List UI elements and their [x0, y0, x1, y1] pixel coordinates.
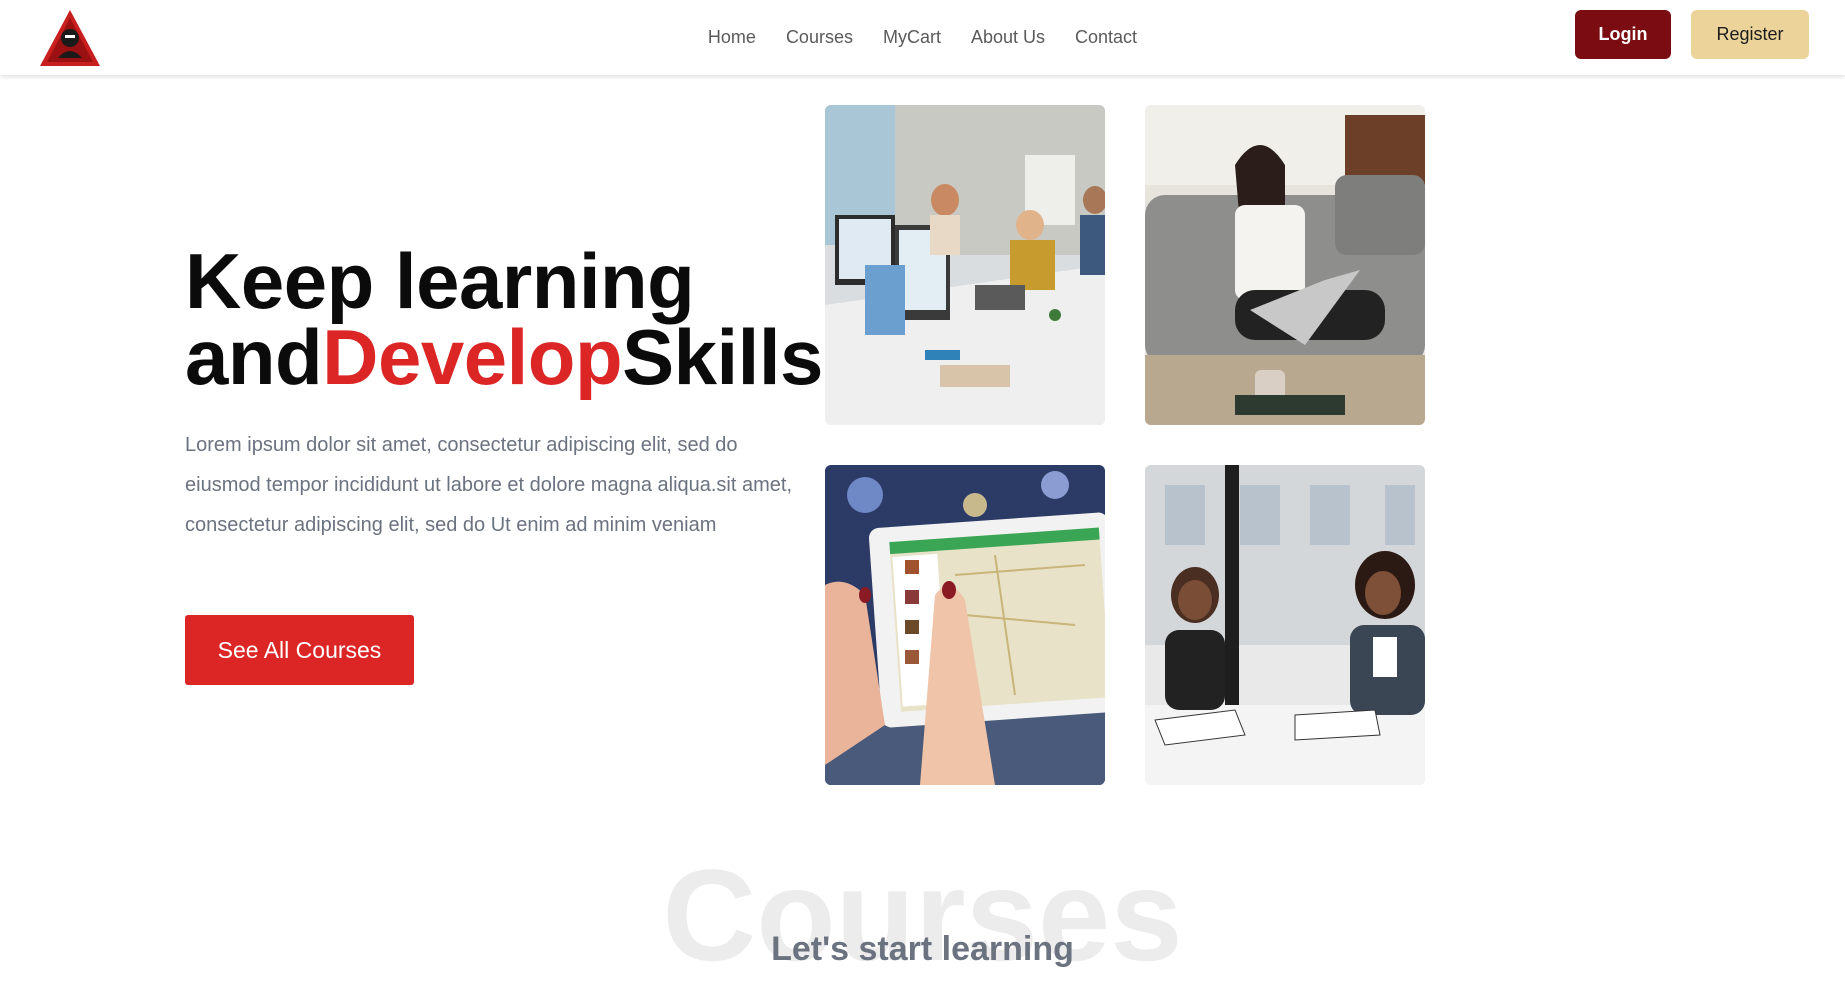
- hero-title-and: and: [185, 313, 323, 401]
- nav-mycart[interactable]: MyCart: [883, 27, 941, 48]
- hero-title: Keep learning andDevelopSkills: [185, 242, 823, 396]
- navbar: Home Courses MyCart About Us Contact Log…: [0, 0, 1845, 75]
- hero-image-tablet: [825, 465, 1105, 785]
- see-all-courses-button[interactable]: See All Courses: [185, 615, 414, 685]
- logo-icon[interactable]: [38, 8, 102, 68]
- nav-about-us[interactable]: About Us: [971, 27, 1045, 48]
- courses-subtitle: Let's start learning: [771, 930, 1074, 968]
- nav-home[interactable]: Home: [708, 27, 756, 48]
- nav-menu: Home Courses MyCart About Us Contact: [0, 0, 1845, 75]
- register-button[interactable]: Register: [1691, 10, 1809, 59]
- hero-image-laptop: [1145, 105, 1425, 425]
- hero-image-office: [825, 105, 1105, 425]
- hero-title-end: Skills: [622, 313, 823, 401]
- nav-contact[interactable]: Contact: [1075, 27, 1137, 48]
- hero-image-meeting: [1145, 465, 1425, 785]
- hero-title-line1: Keep learning: [185, 237, 695, 325]
- login-button[interactable]: Login: [1575, 10, 1671, 59]
- hero-title-accent: Develop: [322, 313, 623, 401]
- hero-description: Lorem ipsum dolor sit amet, consectetur …: [185, 434, 793, 536]
- nav-courses[interactable]: Courses: [786, 27, 853, 48]
